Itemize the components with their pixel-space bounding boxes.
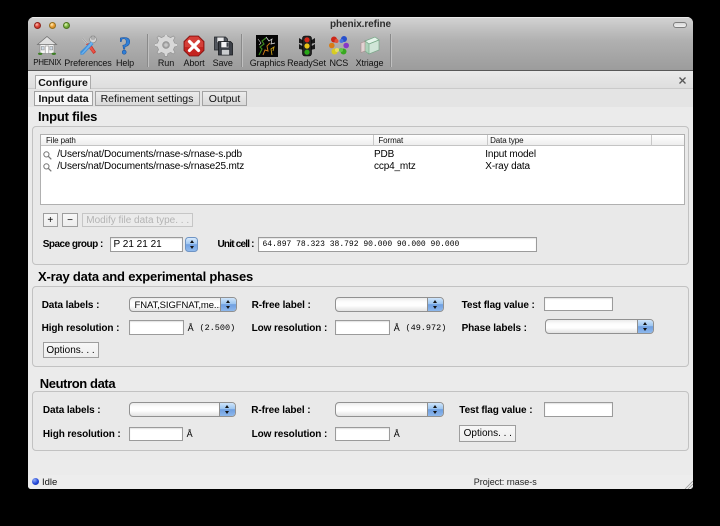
- svg-text:?: ?: [119, 35, 132, 57]
